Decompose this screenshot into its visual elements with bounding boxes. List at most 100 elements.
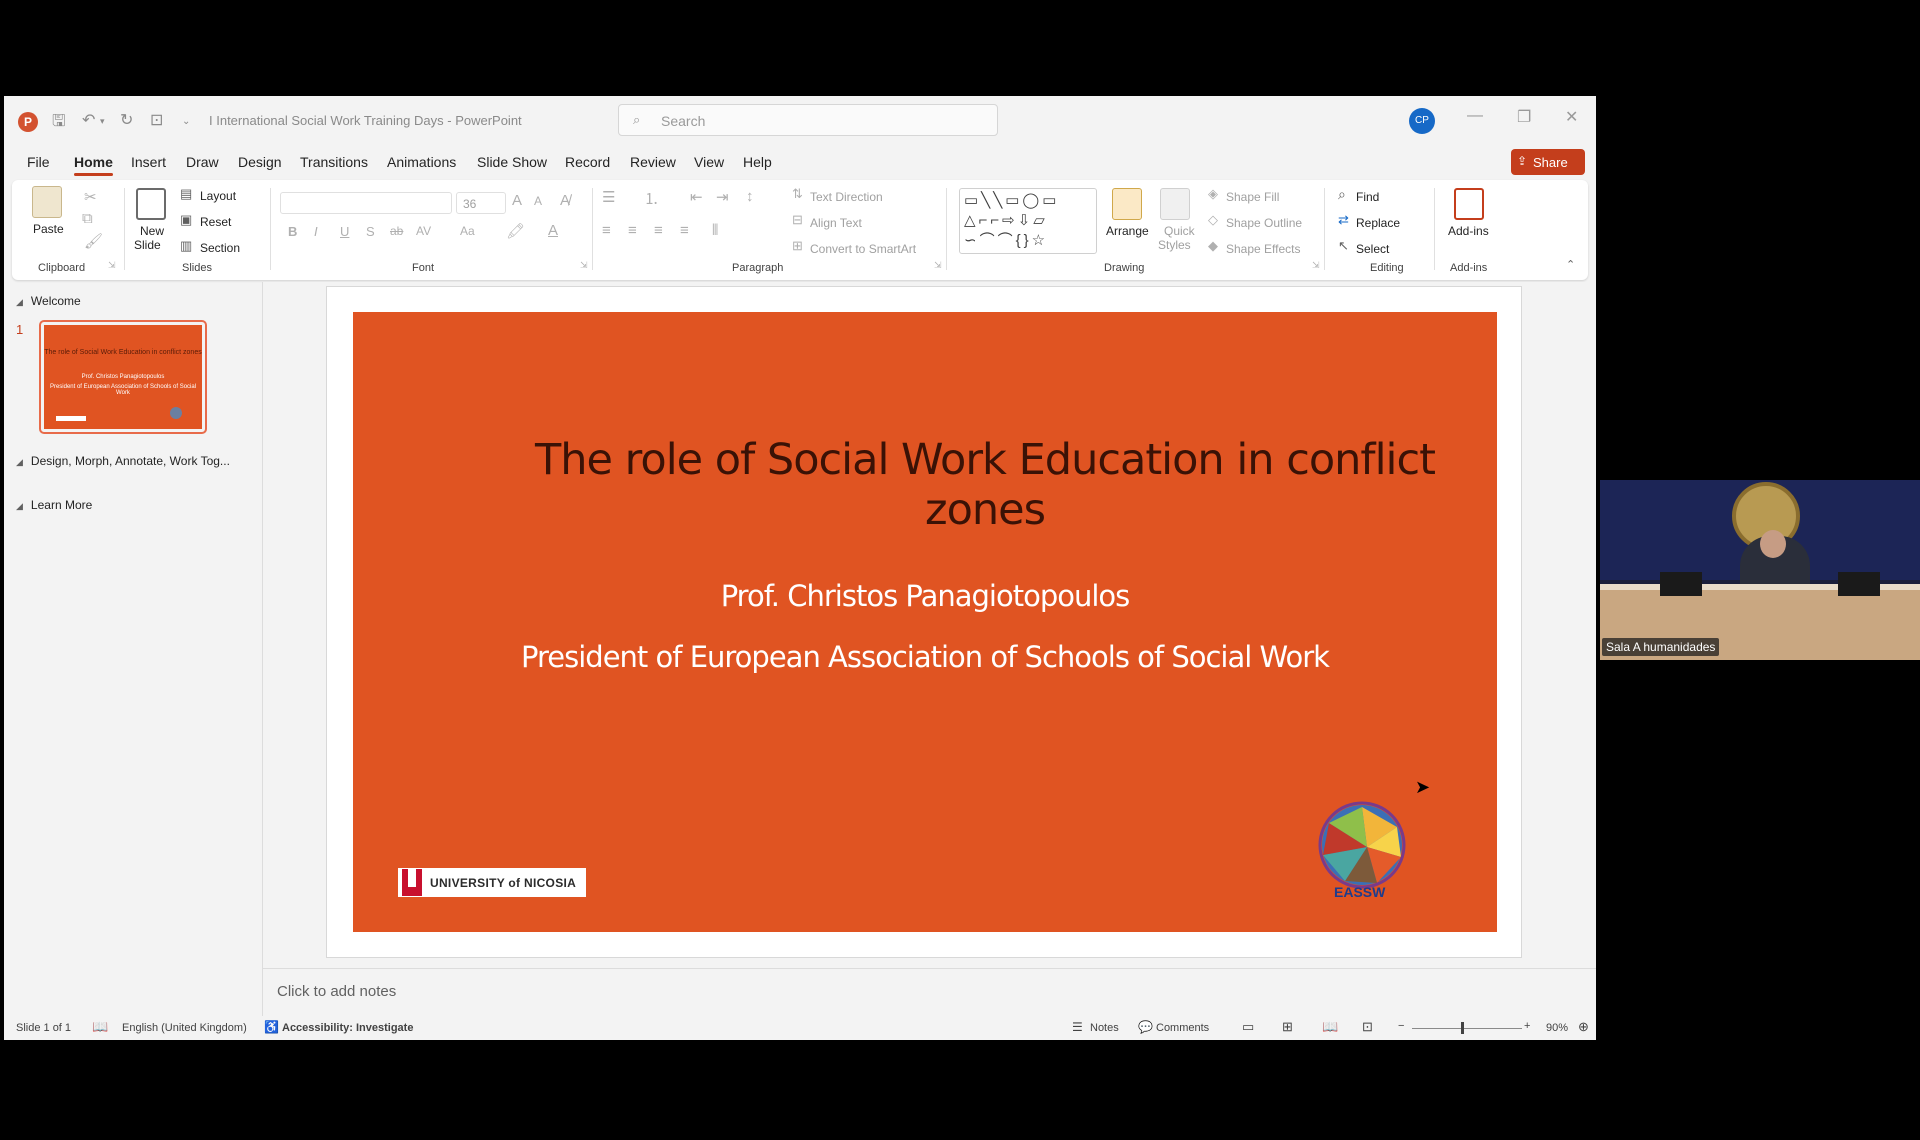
- close-icon[interactable]: ✕: [1565, 107, 1578, 127]
- select-button[interactable]: Select: [1356, 242, 1389, 256]
- tab-transitions[interactable]: Transitions: [300, 154, 368, 170]
- zoom-slider-thumb[interactable]: [1460, 1022, 1464, 1034]
- comments-button[interactable]: Comments: [1156, 1022, 1209, 1034]
- tab-file[interactable]: File: [27, 154, 50, 170]
- highlight-icon[interactable]: 🖍: [506, 222, 525, 240]
- shape-effects-button[interactable]: Shape Effects: [1226, 242, 1301, 256]
- clear-formatting-icon[interactable]: A̸: [560, 192, 570, 209]
- paste-icon[interactable]: [32, 186, 62, 218]
- section-learn-more[interactable]: ◢ Learn More: [16, 498, 92, 512]
- share-button[interactable]: Share: [1511, 149, 1585, 175]
- paragraph-launcher-icon[interactable]: ⇲: [934, 260, 942, 271]
- normal-view-icon[interactable]: ▭: [1242, 1019, 1254, 1035]
- spelling-check-icon[interactable]: 📖: [92, 1019, 108, 1035]
- slide-show-icon[interactable]: ⊡: [1362, 1019, 1373, 1035]
- tab-help[interactable]: Help: [743, 154, 772, 170]
- decrease-indent-icon[interactable]: ⇤: [690, 188, 703, 206]
- tab-slide-show[interactable]: Slide Show: [477, 154, 547, 170]
- justify-icon[interactable]: ≡: [680, 222, 689, 239]
- fit-to-window-icon[interactable]: ⊕: [1578, 1019, 1589, 1035]
- tab-record[interactable]: Record: [565, 154, 610, 170]
- undo-icon[interactable]: ↶: [82, 110, 95, 130]
- replace-button[interactable]: Replace: [1356, 216, 1400, 230]
- accessibility-button[interactable]: Accessibility: Investigate: [282, 1022, 413, 1034]
- underline-icon[interactable]: U: [340, 224, 349, 239]
- text-direction-button[interactable]: Text Direction: [810, 190, 883, 204]
- notes-button[interactable]: Notes: [1090, 1022, 1119, 1034]
- quick-styles-label-2[interactable]: Styles: [1158, 238, 1191, 252]
- grow-font-icon[interactable]: A: [512, 192, 522, 209]
- text-shadow-icon[interactable]: S: [366, 224, 375, 239]
- zoom-level[interactable]: 90%: [1546, 1022, 1568, 1034]
- present-icon[interactable]: ⊡: [150, 110, 163, 130]
- slide-title[interactable]: The role of Social Work Education in con…: [353, 435, 1497, 535]
- slide-sorter-icon[interactable]: ⊞: [1282, 1019, 1293, 1035]
- zoom-slider[interactable]: [1412, 1028, 1522, 1029]
- bold-icon[interactable]: B: [288, 224, 297, 239]
- section-design[interactable]: ◢ Design, Morph, Annotate, Work Tog...: [16, 454, 230, 468]
- increase-indent-icon[interactable]: ⇥: [716, 188, 729, 206]
- restore-icon[interactable]: ❐: [1517, 107, 1531, 127]
- reading-view-icon[interactable]: 📖: [1322, 1019, 1338, 1035]
- avatar[interactable]: CP: [1409, 108, 1435, 134]
- quick-styles-icon[interactable]: [1160, 188, 1190, 220]
- zoom-out-icon[interactable]: −: [1398, 1020, 1404, 1032]
- font-color-icon[interactable]: A: [548, 222, 558, 239]
- tab-home[interactable]: Home: [74, 154, 113, 176]
- save-icon[interactable]: 🖫: [52, 110, 66, 137]
- columns-icon[interactable]: ⫴: [712, 222, 718, 239]
- slide-presenter-role[interactable]: President of European Association of Sch…: [353, 640, 1497, 674]
- shape-outline-button[interactable]: Shape Outline: [1226, 216, 1302, 230]
- numbering-icon[interactable]: ⒈: [644, 188, 659, 209]
- customize-qat-icon[interactable]: ⌄: [182, 116, 190, 127]
- change-case-icon[interactable]: Aa: [460, 224, 475, 238]
- clipboard-launcher-icon[interactable]: ⇲: [108, 260, 116, 271]
- zoom-in-icon[interactable]: +: [1524, 1020, 1530, 1032]
- character-spacing-icon[interactable]: AV: [416, 224, 431, 238]
- arrange-icon[interactable]: [1112, 188, 1142, 220]
- bullets-icon[interactable]: ☰: [602, 188, 615, 206]
- tab-design[interactable]: Design: [238, 154, 282, 170]
- cut-icon[interactable]: ✂: [84, 188, 97, 206]
- strikethrough-icon[interactable]: ab: [390, 224, 403, 238]
- slide[interactable]: The role of Social Work Education in con…: [353, 312, 1497, 932]
- slide-presenter-name[interactable]: Prof. Christos Panagiotopoulos: [353, 579, 1497, 613]
- font-size-select[interactable]: 36: [456, 192, 506, 214]
- new-slide-label-1[interactable]: New: [140, 224, 164, 238]
- reset-button[interactable]: Reset: [200, 215, 231, 229]
- shrink-font-icon[interactable]: A: [534, 194, 542, 208]
- video-participant-tile[interactable]: Sala A humanidades: [1600, 480, 1920, 660]
- align-left-icon[interactable]: ≡: [602, 222, 611, 239]
- tab-review[interactable]: Review: [630, 154, 676, 170]
- undo-dropdown-icon[interactable]: ▾: [100, 116, 105, 127]
- language-indicator[interactable]: English (United Kingdom): [122, 1022, 247, 1034]
- notes-pane[interactable]: Click to add notes: [263, 968, 1596, 1016]
- layout-button[interactable]: Layout: [200, 189, 236, 203]
- font-launcher-icon[interactable]: ⇲: [580, 260, 588, 271]
- drawing-launcher-icon[interactable]: ⇲: [1312, 260, 1320, 271]
- new-slide-label-2[interactable]: Slide: [134, 238, 161, 252]
- copy-icon[interactable]: ⧉: [82, 210, 93, 227]
- new-slide-icon[interactable]: [136, 188, 166, 220]
- redo-icon[interactable]: ↻: [120, 110, 133, 130]
- section-welcome[interactable]: ◢ Welcome: [16, 294, 81, 308]
- paste-button[interactable]: Paste: [33, 222, 64, 236]
- tab-animations[interactable]: Animations: [387, 154, 456, 170]
- university-of-nicosia-logo[interactable]: UNIVERSITY of NICOSIA: [398, 868, 586, 897]
- tab-draw[interactable]: Draw: [186, 154, 219, 170]
- arrange-button[interactable]: Arrange: [1106, 224, 1149, 238]
- find-button[interactable]: Find: [1356, 190, 1379, 204]
- format-painter-icon[interactable]: 🖌: [84, 232, 103, 250]
- add-ins-button[interactable]: Add-ins: [1448, 224, 1489, 238]
- convert-smartart-button[interactable]: Convert to SmartArt: [810, 242, 916, 256]
- section-button[interactable]: Section: [200, 241, 240, 255]
- search-box[interactable]: ⌕ Search: [618, 104, 998, 136]
- minimize-icon[interactable]: —: [1467, 107, 1483, 125]
- line-spacing-icon[interactable]: ↕: [746, 188, 754, 205]
- shape-fill-button[interactable]: Shape Fill: [1226, 190, 1279, 204]
- align-text-button[interactable]: Align Text: [810, 216, 862, 230]
- align-center-icon[interactable]: ≡: [628, 222, 637, 239]
- tab-view[interactable]: View: [694, 154, 724, 170]
- quick-styles-label-1[interactable]: Quick: [1164, 224, 1195, 238]
- collapse-ribbon-icon[interactable]: ⌃: [1566, 258, 1575, 271]
